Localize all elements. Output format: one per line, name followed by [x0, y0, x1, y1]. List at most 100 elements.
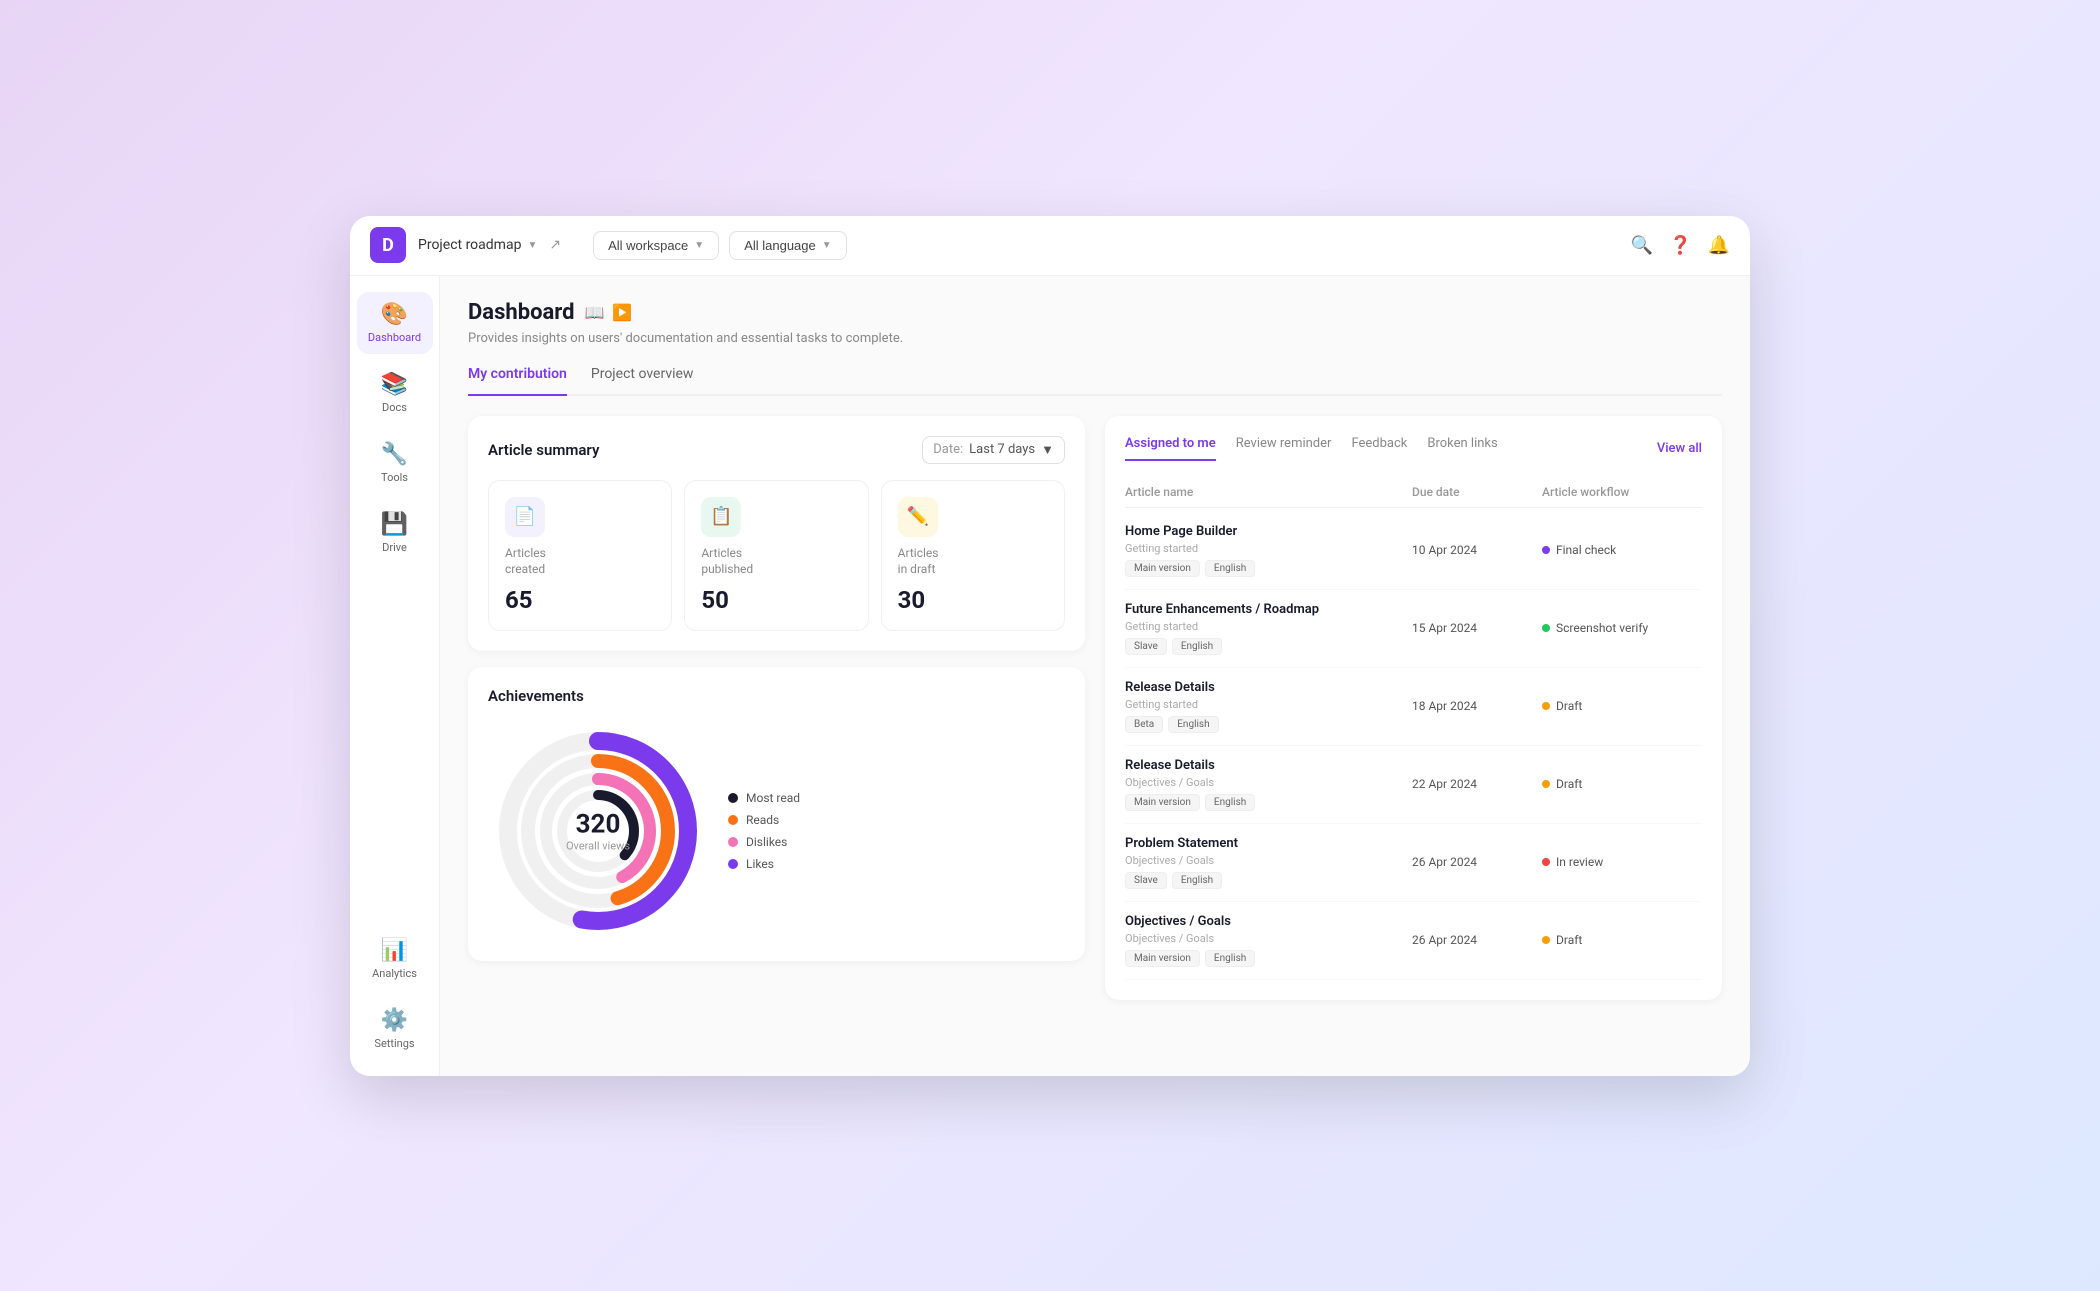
status-dot	[1542, 546, 1550, 554]
workflow-status: In review	[1542, 855, 1702, 869]
tag: Main version	[1125, 794, 1200, 811]
sidebar-item-analytics[interactable]: 📊 Analytics	[357, 928, 433, 990]
tab-my-contribution[interactable]: My contribution	[468, 366, 567, 396]
article-name: Home Page Builder	[1125, 524, 1412, 539]
reads-label: Reads	[746, 813, 779, 827]
achievements-title: Achievements	[488, 687, 1065, 705]
tag: Slave	[1125, 872, 1167, 889]
legend-item-likes: Likes	[728, 857, 800, 871]
article-name: Future Enhancements / Roadmap	[1125, 602, 1412, 617]
published-value: 50	[701, 586, 851, 614]
workflow-label: Screenshot verify	[1556, 621, 1648, 635]
top-bar: D Project roadmap ▼ ↗ All workspace ▼ Al…	[350, 216, 1750, 276]
analytics-icon: 📊	[381, 938, 408, 963]
book-icon[interactable]: 📖	[585, 303, 605, 322]
legend-item-dislikes: Dislikes	[728, 835, 800, 849]
workspace-arrow-icon: ▼	[694, 240, 704, 251]
tag: English	[1172, 638, 1222, 655]
tab-feedback[interactable]: Feedback	[1351, 436, 1407, 461]
view-all-link[interactable]: View all	[1657, 441, 1702, 456]
stat-cards: 📄 Articlescreated 65 📋 Articlespublished…	[488, 480, 1065, 632]
table-row: Future Enhancements / Roadmap Getting st…	[1125, 590, 1702, 668]
tab-broken[interactable]: Broken links	[1427, 436, 1497, 461]
external-link-icon[interactable]: ↗	[549, 237, 561, 253]
table-row: Release Details Getting started BetaEngl…	[1125, 668, 1702, 746]
workspace-filter[interactable]: All workspace ▼	[593, 231, 719, 260]
sidebar-item-dashboard[interactable]: 🎨 Dashboard	[357, 292, 433, 354]
date-filter-arrow: ▼	[1041, 442, 1054, 458]
achievements-content: 320 Overall views Most read	[488, 721, 1065, 941]
article-category: Getting started	[1125, 698, 1412, 711]
sidebar-item-docs[interactable]: 📚 Docs	[357, 362, 433, 424]
article-summary-title: Article summary	[488, 441, 599, 459]
dashboard-columns: Article summary Date: Last 7 days ▼ 📄 Ar…	[468, 416, 1722, 1000]
due-date: 15 Apr 2024	[1412, 621, 1542, 635]
table-row: Problem Statement Objectives / Goals Sla…	[1125, 824, 1702, 902]
tab-review[interactable]: Review reminder	[1236, 436, 1332, 461]
article-info: Objectives / Goals Objectives / Goals Ma…	[1125, 914, 1412, 967]
project-selector[interactable]: Project roadmap ▼	[418, 237, 537, 253]
sidebar: 🎨 Dashboard 📚 Docs 🔧 Tools 💾 Drive 📊 Ana…	[350, 276, 440, 1076]
donut-label: Overall views	[566, 840, 630, 853]
due-date: 18 Apr 2024	[1412, 699, 1542, 713]
legend-item-reads: Reads	[728, 813, 800, 827]
tag: English	[1205, 794, 1255, 811]
article-category: Objectives / Goals	[1125, 854, 1412, 867]
workflow-label: In review	[1556, 855, 1603, 869]
app-logo: D	[370, 227, 406, 263]
workflow-status: Screenshot verify	[1542, 621, 1702, 635]
language-filter[interactable]: All language ▼	[729, 231, 846, 260]
sidebar-label-docs: Docs	[382, 401, 407, 414]
article-info: Home Page Builder Getting started Main v…	[1125, 524, 1412, 577]
play-icon[interactable]: ▶️	[612, 303, 632, 322]
sidebar-item-settings[interactable]: ⚙️ Settings	[357, 998, 433, 1060]
date-filter-value: Last 7 days	[969, 442, 1035, 457]
draft-label: Articlesin draft	[898, 545, 1048, 579]
dislikes-label: Dislikes	[746, 835, 787, 849]
help-icon[interactable]: ❓	[1669, 235, 1691, 256]
due-date: 26 Apr 2024	[1412, 933, 1542, 947]
tab-assigned[interactable]: Assigned to me	[1125, 436, 1216, 461]
due-date: 22 Apr 2024	[1412, 777, 1542, 791]
col-article-name: Article name	[1125, 485, 1412, 499]
article-category: Objectives / Goals	[1125, 932, 1412, 945]
search-icon[interactable]: 🔍	[1631, 235, 1653, 256]
draft-icon: ✏️	[898, 497, 938, 537]
likes-dot	[728, 859, 738, 869]
status-dot	[1542, 702, 1550, 710]
donut-center: 320 Overall views	[566, 810, 630, 853]
tag: Slave	[1125, 638, 1167, 655]
table-row: Objectives / Goals Objectives / Goals Ma…	[1125, 902, 1702, 980]
tab-project-overview[interactable]: Project overview	[591, 366, 694, 396]
draft-value: 30	[898, 586, 1048, 614]
table-row: Release Details Objectives / Goals Main …	[1125, 746, 1702, 824]
due-date: 10 Apr 2024	[1412, 543, 1542, 557]
page-title-icons: 📖 ▶️	[585, 303, 633, 322]
created-label: Articlescreated	[505, 545, 655, 579]
table-row: Home Page Builder Getting started Main v…	[1125, 512, 1702, 590]
article-tags: SlaveEnglish	[1125, 872, 1412, 889]
sidebar-item-tools[interactable]: 🔧 Tools	[357, 432, 433, 494]
published-icon: 📋	[701, 497, 741, 537]
article-info: Problem Statement Objectives / Goals Sla…	[1125, 836, 1412, 889]
article-tags: Slave English	[1125, 638, 1412, 655]
date-filter[interactable]: Date: Last 7 days ▼	[922, 436, 1065, 464]
workflow-label: Draft	[1556, 699, 1582, 713]
notification-icon[interactable]: 🔔	[1708, 235, 1730, 256]
tag: Beta	[1125, 716, 1163, 733]
status-dot	[1542, 624, 1550, 632]
tag: English	[1168, 716, 1218, 733]
donut-chart: 320 Overall views	[488, 721, 708, 941]
article-category: Getting started	[1125, 620, 1412, 633]
workspace-filter-label: All workspace	[608, 238, 688, 253]
top-bar-actions: 🔍 ❓ 🔔	[1631, 235, 1730, 256]
article-info: Release Details Objectives / Goals Main …	[1125, 758, 1412, 811]
created-icon: 📄	[505, 497, 545, 537]
workflow-label: Final check	[1556, 543, 1616, 557]
article-info: Release Details Getting started BetaEngl…	[1125, 680, 1412, 733]
sidebar-item-drive[interactable]: 💾 Drive	[357, 502, 433, 564]
tag: English	[1205, 560, 1255, 577]
tools-icon: 🔧	[381, 442, 408, 467]
page-title-row: Dashboard 📖 ▶️	[468, 300, 1722, 325]
table-rows: Home Page Builder Getting started Main v…	[1125, 512, 1702, 980]
